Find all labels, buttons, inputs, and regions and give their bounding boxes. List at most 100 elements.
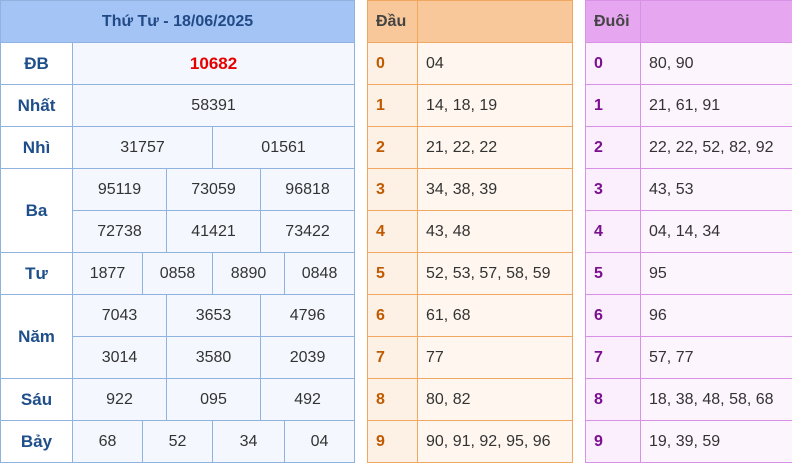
duoi-header-row: Đuôi (585, 0, 792, 43)
prize-row-db: ĐB 10682 (0, 42, 356, 85)
prize-number: 095 (166, 378, 261, 421)
duoi-row: 0 80, 90 (585, 42, 792, 85)
prize-row-nam: Năm 7043 3653 4796 (0, 294, 356, 379)
dau-row: 0 04 (367, 42, 573, 85)
dau-key: 0 (367, 42, 418, 85)
prize-number: 72738 (72, 210, 167, 253)
prize-number: 2039 (259, 336, 356, 379)
prize-number: 922 (72, 378, 167, 421)
duoi-row: 4 04, 14, 34 (585, 210, 792, 253)
results-header-row: Thứ Tư - 18/06/2025 (0, 0, 356, 43)
prize-number: 8890 (212, 252, 285, 295)
dau-table: Đầu 0 04 1 14, 18, 19 2 21, 22, 22 3 34, 38,… (367, 0, 573, 463)
prize-number: 7043 (72, 294, 167, 337)
prize-number: 4796 (259, 294, 356, 337)
duoi-values: 22, 22, 52, 82, 92 (640, 126, 792, 169)
duoi-row: 9 19, 39, 59 (585, 420, 792, 463)
dau-row: 1 14, 18, 19 (367, 84, 573, 127)
special-prize-number: 10682 (71, 42, 356, 85)
dau-values: 04 (417, 42, 573, 85)
duoi-header: Đuôi (585, 0, 641, 43)
duoi-key: 8 (585, 378, 641, 421)
dau-row: 6 61, 68 (367, 294, 573, 337)
dau-key: 7 (367, 336, 418, 379)
prize-row-sau: Sáu 922 095 492 (0, 378, 356, 421)
dau-header-row: Đầu (367, 0, 573, 43)
dau-row: 8 80, 82 (367, 378, 573, 421)
dau-row: 2 21, 22, 22 (367, 126, 573, 169)
duoi-row: 5 95 (585, 252, 792, 295)
duoi-values: 18, 38, 48, 58, 68 (640, 378, 792, 421)
dau-key: 3 (367, 168, 418, 211)
prize-number: 41421 (166, 210, 261, 253)
prize-number: 73422 (259, 210, 356, 253)
dau-row: 5 52, 53, 57, 58, 59 (367, 252, 573, 295)
prize-label-nhat: Nhất (0, 84, 73, 127)
prize-row-nhi: Nhì 31757 01561 (0, 126, 356, 169)
prize-number: 3014 (72, 336, 167, 379)
duoi-values: 95 (640, 252, 792, 295)
duoi-row: 7 57, 77 (585, 336, 792, 379)
results-table: Thứ Tư - 18/06/2025 ĐB 10682 Nhất 58391 … (0, 0, 356, 463)
prize-number: 01561 (211, 126, 356, 169)
prize-number: 492 (259, 378, 356, 421)
prize-number: 95119 (72, 168, 167, 211)
duoi-key: 2 (585, 126, 641, 169)
dau-row: 9 90, 91, 92, 95, 96 (367, 420, 573, 463)
duoi-header-blank (640, 0, 792, 43)
dau-values: 90, 91, 92, 95, 96 (417, 420, 573, 463)
dau-key: 4 (367, 210, 418, 253)
duoi-row: 2 22, 22, 52, 82, 92 (585, 126, 792, 169)
prize-number: 34 (212, 420, 285, 463)
duoi-values: 19, 39, 59 (640, 420, 792, 463)
prize-number: 58391 (71, 84, 356, 127)
duoi-row: 8 18, 38, 48, 58, 68 (585, 378, 792, 421)
duoi-values: 96 (640, 294, 792, 337)
dau-row: 3 34, 38, 39 (367, 168, 573, 211)
prize-number: 0858 (142, 252, 213, 295)
dau-header-blank (417, 0, 573, 43)
duoi-values: 21, 61, 91 (640, 84, 792, 127)
dau-key: 8 (367, 378, 418, 421)
duoi-key: 3 (585, 168, 641, 211)
duoi-key: 0 (585, 42, 641, 85)
prize-row-tu: Tư 1877 0858 8890 0848 (0, 252, 356, 295)
duoi-values: 43, 53 (640, 168, 792, 211)
prize-label-nhi: Nhì (0, 126, 73, 169)
dau-values: 14, 18, 19 (417, 84, 573, 127)
prize-number: 3653 (166, 294, 261, 337)
dau-values: 52, 53, 57, 58, 59 (417, 252, 573, 295)
dau-values: 21, 22, 22 (417, 126, 573, 169)
prize-label-db: ĐB (0, 42, 73, 85)
date-title: Thứ Tư - 18/06/2025 (0, 0, 356, 43)
prize-number: 1877 (72, 252, 143, 295)
duoi-key: 7 (585, 336, 641, 379)
duoi-table: Đuôi 0 80, 90 1 21, 61, 91 2 22, 22, 52, 82… (585, 0, 792, 463)
dau-key: 9 (367, 420, 418, 463)
prize-row-nhat: Nhất 58391 (0, 84, 356, 127)
prize-number: 0848 (283, 252, 356, 295)
dau-values: 61, 68 (417, 294, 573, 337)
duoi-key: 6 (585, 294, 641, 337)
dau-row: 7 77 (367, 336, 573, 379)
prize-label-sau: Sáu (0, 378, 73, 421)
dau-row: 4 43, 48 (367, 210, 573, 253)
prize-number: 52 (142, 420, 213, 463)
duoi-values: 04, 14, 34 (640, 210, 792, 253)
prize-number: 68 (72, 420, 143, 463)
dau-header: Đầu (367, 0, 418, 43)
prize-label-ba: Ba (0, 168, 73, 253)
prize-label-tu: Tư (0, 252, 73, 295)
dau-values: 77 (417, 336, 573, 379)
prize-number: 31757 (72, 126, 213, 169)
dau-key: 5 (367, 252, 418, 295)
dau-values: 80, 82 (417, 378, 573, 421)
dau-key: 6 (367, 294, 418, 337)
duoi-key: 9 (585, 420, 641, 463)
prize-label-bay: Bảy (0, 420, 73, 463)
dau-values: 34, 38, 39 (417, 168, 573, 211)
prize-label-nam: Năm (0, 294, 73, 379)
prize-number: 73059 (166, 168, 261, 211)
prize-number: 96818 (259, 168, 356, 211)
duoi-values: 57, 77 (640, 336, 792, 379)
